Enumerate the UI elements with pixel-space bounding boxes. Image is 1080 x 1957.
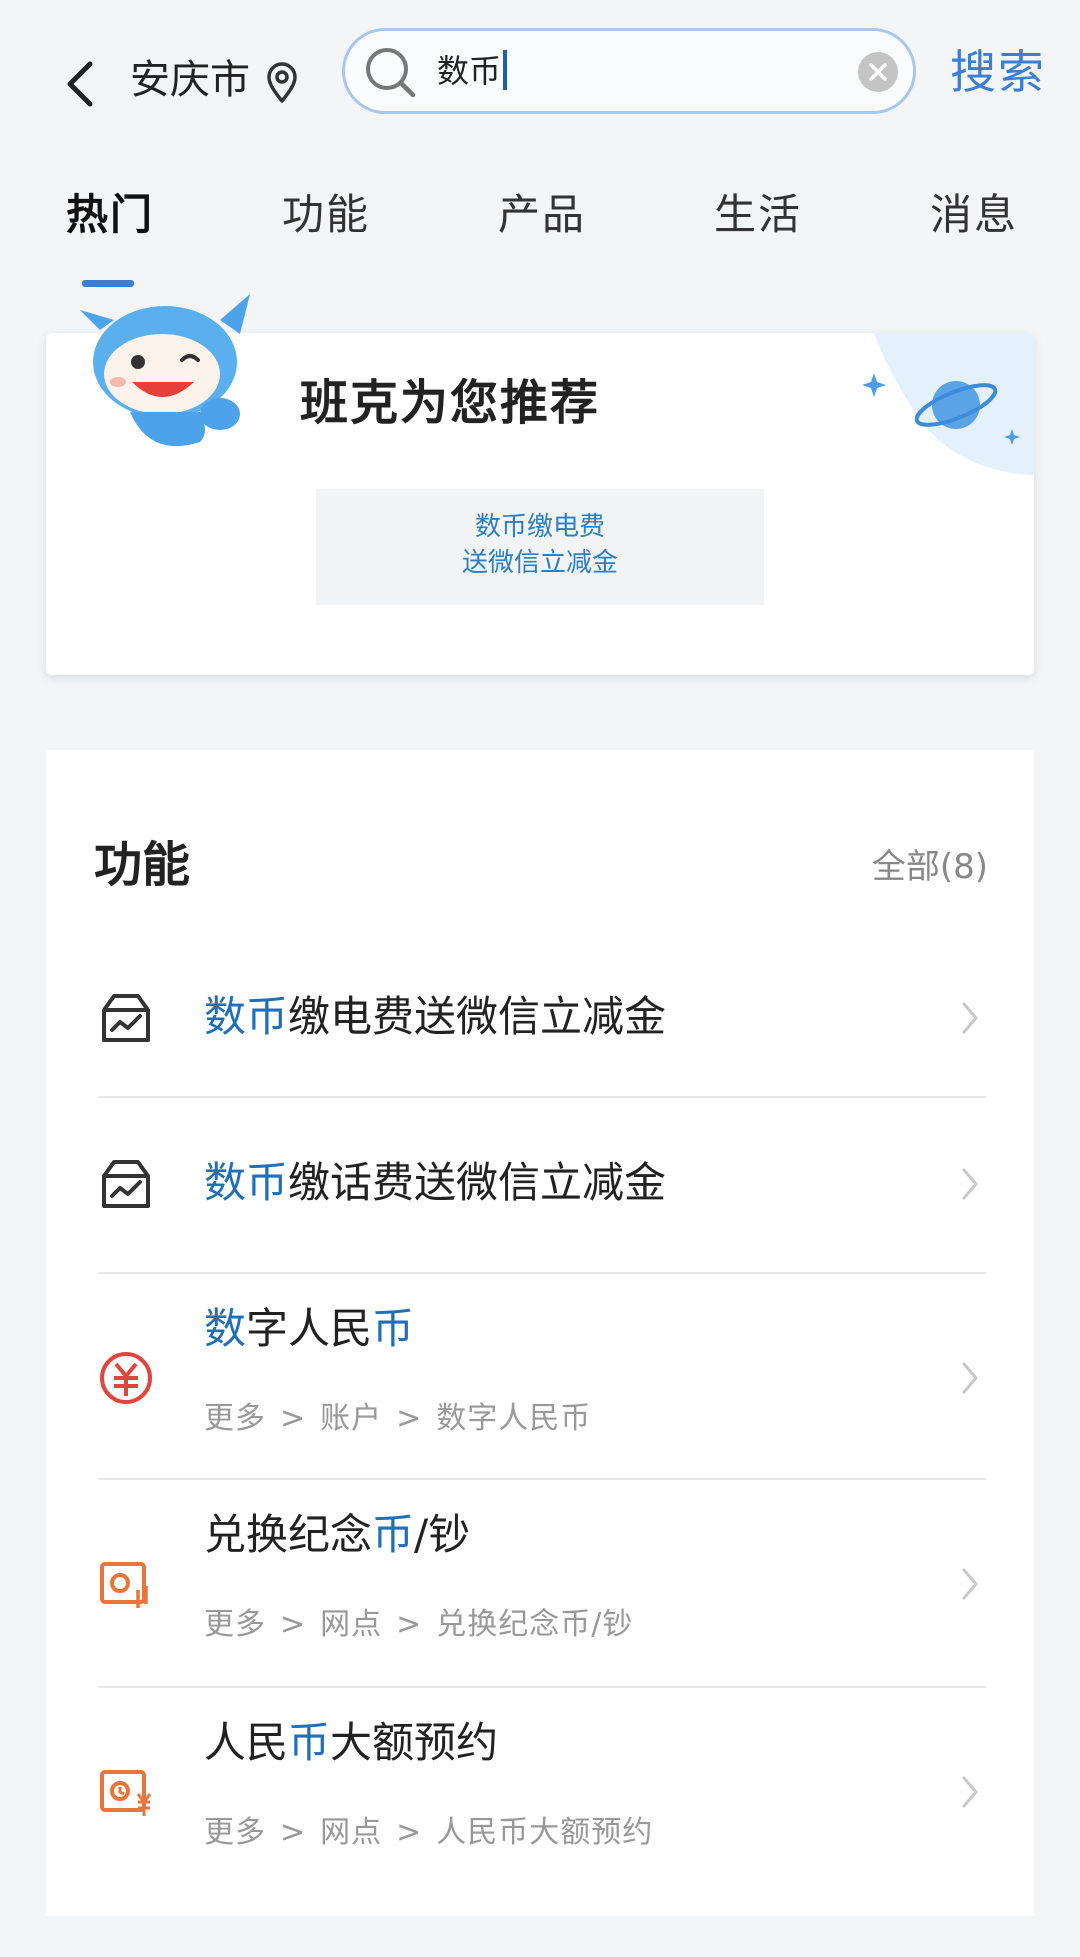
recommend-chip-line1: 数币缴电费	[474, 512, 605, 542]
search-input[interactable]: 数币	[342, 28, 916, 114]
keyword-highlight: 数币	[204, 1158, 289, 1207]
chevron-right-icon	[962, 1568, 978, 1600]
breadcrumb-separator: >	[396, 1401, 423, 1436]
breadcrumb-separator: >	[280, 1815, 307, 1850]
breadcrumb-item: 网点	[320, 1607, 383, 1642]
chevron-right-icon	[962, 1362, 978, 1394]
list-item-title: 人民币大额预约	[204, 1714, 498, 1772]
search-results-page: 安庆市 数币 搜索 热门 功能 产品 生活 消息 班克为您推荐 数币缴电费 送微…	[0, 0, 1080, 1957]
breadcrumb: 更多 > 网点 > 兑换纪念币/钞	[204, 1604, 633, 1646]
list-item-title: 数币缴电费送微信立减金	[204, 988, 666, 1046]
breadcrumb-item: 更多	[204, 1607, 266, 1642]
search-icon	[366, 48, 416, 98]
exchange-coin-icon	[100, 1562, 148, 1608]
list-item[interactable]: 数币缴话费送微信立减金	[98, 1098, 986, 1274]
chevron-right-icon	[962, 1168, 978, 1200]
active-tab-indicator	[82, 280, 134, 287]
title-text: 人民	[204, 1718, 289, 1767]
digital-rmb-icon	[100, 1352, 152, 1404]
breadcrumb-item: 账户	[320, 1401, 383, 1436]
list-item[interactable]: 兑换纪念币/钞 更多 > 网点 > 兑换纪念币/钞	[98, 1480, 986, 1688]
view-all-link[interactable]: 全部(8)	[872, 844, 988, 890]
keyword-highlight: 数币	[204, 992, 289, 1041]
breadcrumb-item: 更多	[204, 1401, 266, 1436]
section-title: 功能	[94, 837, 191, 893]
city-selector[interactable]: 安庆市	[130, 52, 250, 108]
recommend-title: 班克为您推荐	[300, 375, 601, 431]
recommend-chip[interactable]: 数币缴电费 送微信立减金	[316, 489, 764, 605]
clear-icon[interactable]	[857, 51, 899, 93]
keyword-highlight: 币	[288, 1718, 331, 1767]
keyword-highlight: 币	[372, 1304, 415, 1353]
breadcrumb: 更多 > 账户 > 数字人民币	[204, 1398, 591, 1440]
back-arrow-icon[interactable]	[60, 56, 100, 112]
chevron-right-icon	[962, 1002, 978, 1034]
search-button[interactable]: 搜索	[950, 42, 1046, 102]
bill-icon	[102, 994, 150, 1042]
breadcrumb-item: 更多	[204, 1815, 266, 1850]
tab-products[interactable]: 产品	[498, 180, 586, 250]
breadcrumb-separator: >	[280, 1607, 307, 1642]
recommend-chip-line2: 送微信立减金	[461, 548, 618, 578]
keyword-highlight: 币	[372, 1510, 415, 1559]
tab-life[interactable]: 生活	[714, 180, 802, 250]
cash-appointment-icon	[100, 1770, 152, 1816]
list-item[interactable]: 数币缴电费送微信立减金	[98, 940, 986, 1098]
list-item-title: 数币缴话费送微信立减金	[204, 1154, 666, 1212]
title-text: 大额预约	[330, 1718, 499, 1767]
tab-messages[interactable]: 消息	[930, 180, 1018, 250]
breadcrumb-separator: >	[280, 1401, 307, 1436]
search-query-value: 数币	[437, 52, 502, 90]
breadcrumb-item: 数字人民币	[436, 1401, 592, 1436]
list-item[interactable]: 人民币大额预约 更多 > 网点 > 人民币大额预约	[98, 1688, 986, 1894]
text-caret	[503, 50, 508, 90]
title-text: 缴电费送微信立减金	[288, 992, 667, 1041]
breadcrumb-item: 兑换纪念币/钞	[436, 1607, 634, 1642]
planet-icon	[862, 333, 1034, 475]
list-item-title: 兑换纪念币/钞	[204, 1506, 470, 1564]
chevron-right-icon	[962, 1776, 978, 1808]
breadcrumb-item: 网点	[320, 1815, 383, 1850]
breadcrumb-separator: >	[396, 1607, 423, 1642]
breadcrumb-separator: >	[396, 1815, 423, 1850]
mascot-icon	[80, 294, 250, 447]
title-text: 缴话费送微信立减金	[288, 1158, 667, 1207]
bill-icon	[102, 1160, 150, 1208]
keyword-highlight: 数	[204, 1304, 247, 1353]
title-text: 字人民	[246, 1304, 373, 1353]
list-item-title: 数字人民币	[204, 1300, 414, 1358]
search-query-text[interactable]: 数币	[437, 48, 508, 94]
functions-section: 功能 全部(8) 数币缴电费送微信立减金 数币缴话费送微信立减金 数字人民币 更…	[46, 750, 1034, 1916]
breadcrumb-item: 人民币大额预约	[436, 1815, 654, 1850]
tab-functions[interactable]: 功能	[282, 180, 370, 250]
title-text: /钞	[414, 1510, 471, 1559]
list-item[interactable]: 数字人民币 更多 > 账户 > 数字人民币	[98, 1274, 986, 1480]
location-pin-icon[interactable]	[264, 60, 300, 104]
tab-hot[interactable]: 热门	[66, 180, 154, 250]
top-bar: 安庆市 数币 搜索	[0, 0, 1080, 160]
breadcrumb: 更多 > 网点 > 人民币大额预约	[204, 1812, 653, 1854]
title-text: 兑换纪念	[204, 1510, 373, 1559]
category-tabs: 热门 功能 产品 生活 消息	[0, 180, 1080, 290]
